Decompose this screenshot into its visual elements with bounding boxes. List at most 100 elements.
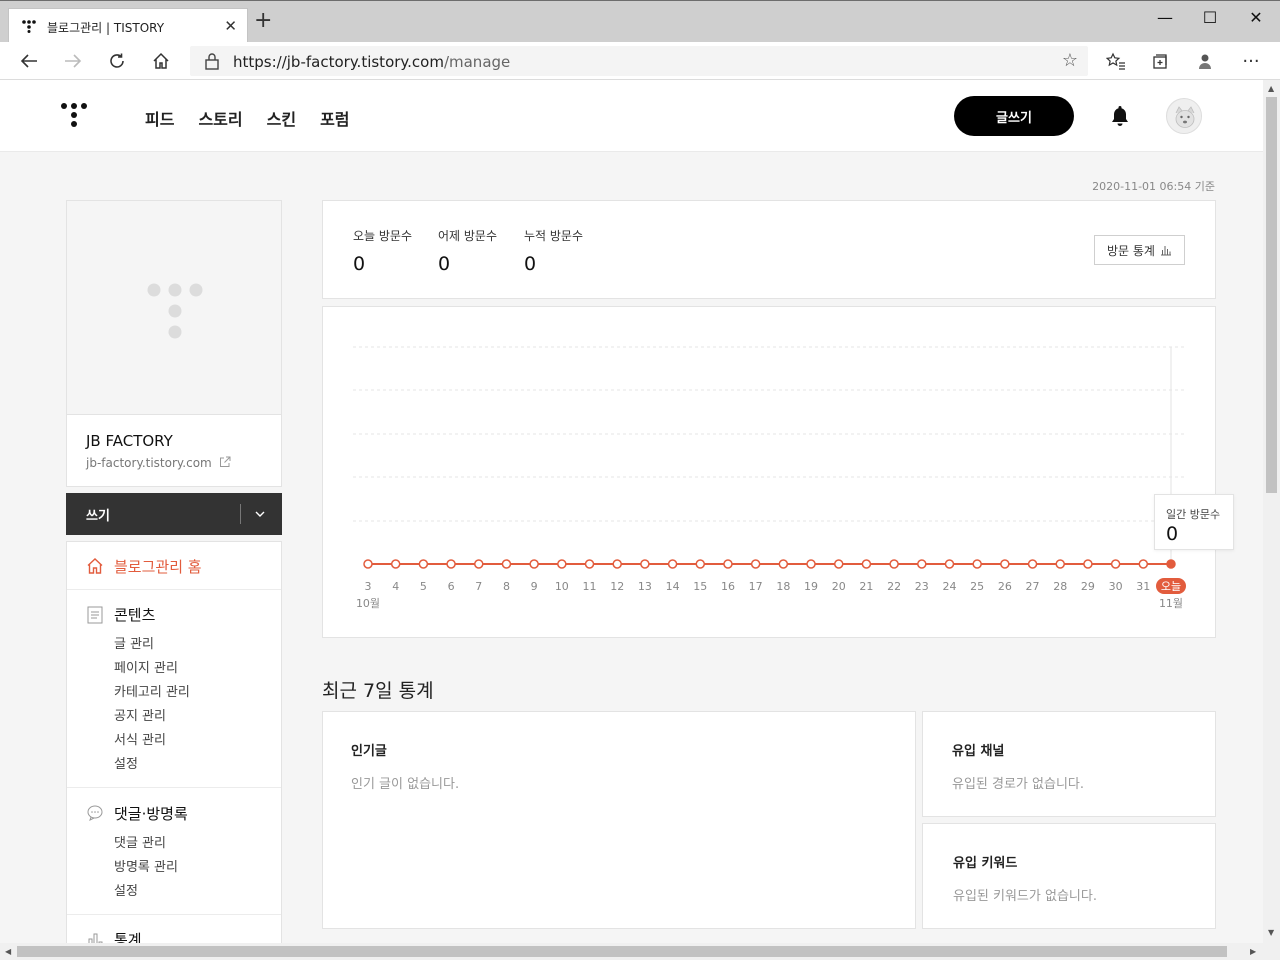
visitor-chart-card: 3 4 5 6 7 8 9 10 11 12 13 14 15 16 17 18 19 20 21 22 23 24 25 2… (322, 306, 1234, 638)
yesterday-visits-value: 0 (438, 253, 451, 275)
x-tick-15: 15 (693, 580, 707, 593)
total-visits-value: 0 (524, 253, 537, 275)
browser-tab[interactable]: 블로그관리 | TISTORY ✕ (8, 8, 248, 43)
point-26 (1000, 559, 1010, 569)
sidebar-item-templates[interactable]: 서식 관리 (114, 729, 166, 748)
point-17 (750, 559, 761, 569)
speech-bubble-icon (87, 805, 103, 821)
scroll-right-icon[interactable]: ▶ (1250, 947, 1256, 956)
popular-posts-empty: 인기 글이 없습니다. (351, 777, 460, 792)
point-8 (501, 559, 512, 569)
x-tick-6: 6 (448, 580, 455, 593)
sidebar-item-posts[interactable]: 글 관리 (114, 633, 154, 652)
sidebar-item-pages[interactable]: 페이지 관리 (114, 657, 178, 676)
profile-icon[interactable] (1192, 49, 1218, 73)
menu-feed[interactable]: 피드 (145, 106, 174, 130)
point-21 (861, 559, 872, 569)
address-bar[interactable]: https://jb-factory.tistory.com/manage ☆ (190, 46, 1088, 76)
external-link-icon (219, 456, 231, 467)
write-post-button[interactable]: 글쓰기 (954, 96, 1074, 136)
notification-bell-icon[interactable] (1110, 105, 1130, 127)
point-16 (723, 559, 733, 569)
x-tick-10: 10 (555, 580, 569, 593)
sidebar-item-notices[interactable]: 공지 관리 (114, 705, 166, 724)
point-13 (640, 559, 650, 569)
new-tab-icon[interactable]: + (254, 10, 272, 32)
scroll-down-icon[interactable]: ▼ (1268, 928, 1274, 937)
sidebar-item-home[interactable]: 블로그관리 홈 (67, 542, 281, 590)
sidebar-item-guestbook[interactable]: 방명록 관리 (114, 856, 178, 875)
chevron-down-icon[interactable] (253, 504, 267, 524)
favorite-star-icon[interactable]: ☆ (1062, 50, 1078, 71)
x-tick-11: 11 (583, 580, 597, 593)
tab-close-icon[interactable]: ✕ (224, 17, 237, 35)
blog-name[interactable]: JB FACTORY (86, 432, 173, 450)
user-avatar[interactable] (1166, 98, 1202, 134)
back-icon[interactable] (16, 49, 42, 73)
inflow-channel-title: 유입 채널 (952, 744, 1005, 759)
horizontal-scrollbar[interactable]: ◀ ▶ (0, 943, 1280, 960)
point-31 (1138, 559, 1149, 569)
bar-chart-small-icon (1160, 246, 1171, 256)
sidebar-group-contents[interactable]: 콘텐츠 (114, 604, 155, 625)
collections-icon[interactable] (1147, 49, 1173, 73)
sidebar-item-categories[interactable]: 카테고리 관리 (114, 681, 190, 700)
window-close-icon[interactable]: ✕ (1233, 1, 1279, 33)
x-tick-8: 8 (503, 580, 510, 593)
inflow-keyword-card: 유입 키워드 유입된 키워드가 없습니다. (922, 823, 1216, 929)
avatar-dog-icon (1167, 99, 1201, 133)
visit-stats-button[interactable]: 방문 통계 (1094, 235, 1185, 265)
bar-chart-icon (88, 933, 103, 943)
x-tick-26: 26 (998, 580, 1012, 593)
x-tick-14: 14 (666, 580, 680, 593)
minimize-icon[interactable]: — (1142, 1, 1188, 33)
point-5 (418, 559, 429, 569)
scroll-up-icon[interactable]: ▲ (1268, 84, 1274, 93)
point-28 (1055, 559, 1065, 569)
point-7 (474, 559, 484, 569)
menu-story[interactable]: 스토리 (198, 106, 242, 130)
blog-thumbnail[interactable] (67, 201, 281, 415)
point-11 (584, 559, 595, 569)
point-29 (1083, 559, 1093, 569)
menu-forum[interactable]: 포럼 (320, 106, 349, 130)
point-27 (1027, 559, 1038, 569)
x-tick-12: 12 (610, 580, 624, 593)
inflow-channel-card: 유입 채널 유입된 경로가 없습니다. (922, 711, 1216, 817)
x-tick-19: 19 (804, 580, 818, 593)
x-tick-31: 31 (1136, 580, 1150, 593)
sidebar-item-comments[interactable]: 댓글 관리 (114, 832, 166, 851)
scroll-left-icon[interactable]: ◀ (5, 947, 11, 956)
default-thumbnail-logo-icon (147, 283, 203, 339)
horizontal-scroll-thumb[interactable] (17, 946, 1227, 957)
sidebar-item-comment-settings[interactable]: 설정 (114, 880, 138, 899)
favorites-icon[interactable] (1103, 49, 1129, 73)
forward-icon[interactable] (60, 49, 86, 73)
month-label-end: 11월 (1159, 597, 1183, 610)
x-tick-22: 22 (887, 580, 901, 593)
point-10 (557, 559, 567, 569)
sidebar-menu: 블로그관리 홈 콘텐츠 글 관리 페이지 관리 카테고리 관리 공지 관리 서식… (66, 541, 282, 943)
sidebar-group-stats[interactable]: 통계 (114, 929, 142, 943)
today-visits-value: 0 (353, 253, 366, 275)
home-icon[interactable] (148, 49, 174, 73)
menu-skin[interactable]: 스킨 (267, 106, 296, 130)
vertical-scroll-thumb[interactable] (1266, 97, 1277, 493)
inflow-keyword-empty: 유입된 키워드가 없습니다. (953, 889, 1097, 904)
inflow-channel-empty: 유입된 경로가 없습니다. (952, 777, 1084, 792)
point-18 (778, 559, 789, 569)
blog-profile-card: JB FACTORY jb-factory.tistory.com (66, 200, 282, 487)
document-icon (87, 606, 103, 624)
maximize-icon[interactable]: ☐ (1187, 1, 1233, 33)
write-menu-button[interactable]: 쓰기 (66, 493, 282, 535)
point-12 (612, 559, 622, 569)
sidebar-group-comments[interactable]: 댓글·방명록 (114, 803, 188, 824)
blog-url-link[interactable]: jb-factory.tistory.com (86, 456, 231, 470)
more-menu-icon[interactable]: ··· (1238, 49, 1264, 73)
tistory-logo-icon[interactable] (60, 102, 88, 128)
vertical-scrollbar[interactable]: ▲ ▼ (1263, 80, 1280, 943)
sidebar-item-content-settings[interactable]: 설정 (114, 753, 138, 772)
point-25 (972, 559, 982, 569)
refresh-icon[interactable] (104, 49, 130, 73)
lock-icon (205, 53, 219, 70)
